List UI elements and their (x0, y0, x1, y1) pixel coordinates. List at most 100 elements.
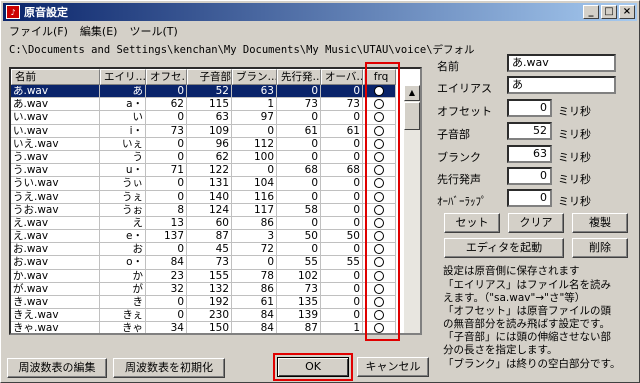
cell-alias: い (100, 111, 146, 125)
cell-overlap: 0 (321, 111, 363, 125)
cell-alias: が (100, 282, 146, 296)
cell-offset: 0 (146, 309, 187, 323)
table-row[interactable]: う.wav う 0 62 100 0 0 (11, 150, 420, 165)
cell-offset: 8 (146, 203, 187, 217)
cell-alias: a・ (100, 98, 146, 112)
init-frequency-table-button[interactable]: 周波数表を初期化 (113, 358, 225, 378)
title-bar[interactable]: ♪ 原音設定 _ □ × (3, 3, 637, 21)
cell-blank: 78 (232, 269, 277, 283)
menu-file[interactable]: ファイル(F) (9, 23, 68, 39)
menu-edit[interactable]: 編集(E) (80, 23, 118, 39)
table-row[interactable]: お.wav お 0 45 72 0 0 (11, 243, 420, 257)
table-row[interactable]: あ.wav あ 0 52 63 0 0 (11, 85, 420, 99)
cell-preutterance: 87 (277, 322, 321, 333)
minimize-button[interactable]: _ (583, 5, 599, 19)
cell-consonant: 124 (187, 203, 232, 217)
column-header-blank[interactable]: ブラン… (232, 69, 277, 85)
help-note-1: 設定は原音側に保存されます (443, 265, 580, 277)
table-row[interactable]: い.wav い 0 63 97 0 0 (11, 111, 420, 125)
cell-overlap: 0 (321, 85, 363, 99)
oto-table[interactable]: 名前 エイリ… オフセ… 子音部 ブラン… 先行発… オーバ… frq あ.wa… (9, 67, 422, 335)
cell-offset: 0 (146, 190, 187, 204)
cell-alias: きぇ (100, 309, 146, 323)
table-row[interactable]: え.wav e・ 137 87 3 50 50 (11, 230, 420, 244)
table-row[interactable]: あ.wav a・ 62 115 1 73 73 (11, 98, 420, 112)
vertical-scrollbar[interactable]: ▲ (404, 85, 420, 333)
overlap-input[interactable]: 0 (507, 189, 552, 207)
cell-name: うい.wav (11, 177, 100, 191)
table-row[interactable]: うお.wav うぉ 8 124 117 58 0 (11, 203, 420, 217)
cell-blank: 61 (232, 296, 277, 310)
cell-blank: 3 (232, 230, 277, 244)
set-button[interactable]: セット (444, 213, 500, 233)
overlap-unit: ミリ秒 (558, 195, 591, 208)
cell-name: いえ.wav (11, 137, 100, 151)
cell-name: え.wav (11, 230, 100, 244)
cell-blank: 86 (232, 282, 277, 296)
cell-preutterance: 73 (277, 282, 321, 296)
menu-tools[interactable]: ツール(T) (129, 23, 177, 39)
column-header-alias[interactable]: エイリ… (100, 69, 146, 85)
table-row[interactable]: きえ.wav きぇ 0 230 84 139 0 (11, 309, 420, 323)
preutterance-input[interactable]: 0 (507, 167, 552, 185)
table-row[interactable]: うえ.wav うぇ 0 140 116 0 0 (11, 190, 420, 204)
table-row[interactable]: か.wav か 23 155 78 102 0 (11, 269, 420, 283)
table-row[interactable]: き.wav き 0 192 61 135 0 (11, 296, 420, 310)
column-header-overlap[interactable]: オーバ… (321, 69, 363, 85)
copy-button[interactable]: 複製 (572, 213, 628, 233)
column-header-consonant[interactable]: 子音部 (187, 69, 232, 85)
edit-frequency-table-button[interactable]: 周波数表の編集 (7, 358, 107, 378)
cell-preutterance: 0 (277, 85, 321, 99)
cell-alias: か (100, 269, 146, 283)
table-row[interactable]: い.wav i・ 73 109 0 61 61 (11, 124, 420, 138)
offset-input[interactable]: 0 (507, 99, 552, 117)
window-controls: _ □ × (583, 5, 635, 19)
cell-alias: いぇ (100, 137, 146, 151)
column-header-name[interactable]: 名前 (11, 69, 100, 85)
cell-consonant: 73 (187, 256, 232, 270)
cell-preutterance: 73 (277, 98, 321, 112)
consonant-input[interactable]: 52 (507, 122, 552, 140)
cell-preutterance: 68 (277, 164, 321, 178)
scroll-up-icon[interactable]: ▲ (404, 85, 420, 101)
table-row[interactable]: が.wav が 32 132 86 73 0 (11, 282, 420, 296)
alias-input[interactable]: あ (507, 76, 616, 94)
table-row[interactable]: いえ.wav いぇ 0 96 112 0 0 (11, 137, 420, 151)
cell-overlap: 1 (321, 322, 363, 333)
table-row[interactable]: う.wav u・ 71 122 0 68 68 (11, 164, 420, 178)
cell-consonant: 132 (187, 282, 232, 296)
cell-overlap: 68 (321, 164, 363, 178)
alias-label: エイリアス (437, 82, 492, 95)
window-title: 原音設定 (24, 6, 68, 19)
cell-overlap: 73 (321, 98, 363, 112)
cell-alias: うぃ (100, 177, 146, 191)
table-row[interactable]: お.wav o・ 84 73 0 55 55 (11, 256, 420, 270)
cell-consonant: 62 (187, 150, 232, 165)
cell-offset: 13 (146, 216, 187, 231)
clear-button[interactable]: クリア (508, 213, 564, 233)
table-row[interactable]: うい.wav うぃ 0 131 104 0 0 (11, 177, 420, 191)
cell-preutterance: 102 (277, 269, 321, 283)
table-row[interactable]: きゃ.wav きゃ 34 150 84 87 1 (11, 322, 420, 333)
help-note-3: えます。（"sa.wav"→"さ"等） (443, 292, 586, 304)
app-icon: ♪ (6, 5, 20, 19)
launch-editor-button[interactable]: エディタを起動 (444, 238, 564, 258)
delete-button[interactable]: 削除 (572, 238, 628, 258)
cell-preutterance: 0 (277, 243, 321, 257)
cancel-button[interactable]: キャンセル (357, 357, 429, 377)
cell-consonant: 131 (187, 177, 232, 191)
blank-input[interactable]: 63 (507, 145, 552, 163)
scroll-thumb[interactable] (404, 102, 420, 130)
table-row[interactable]: え.wav え 13 60 86 0 0 (11, 216, 420, 231)
close-button[interactable]: × (619, 5, 635, 19)
column-header-offset[interactable]: オフセ… (146, 69, 187, 85)
cell-overlap: 0 (321, 296, 363, 310)
maximize-button[interactable]: □ (601, 5, 617, 19)
cell-alias: きゃ (100, 322, 146, 333)
cell-preutterance: 50 (277, 230, 321, 244)
column-header-preutterance[interactable]: 先行発… (277, 69, 321, 85)
cell-consonant: 63 (187, 111, 232, 125)
cell-preutterance: 61 (277, 124, 321, 138)
cell-consonant: 109 (187, 124, 232, 138)
cell-name: お.wav (11, 243, 100, 257)
